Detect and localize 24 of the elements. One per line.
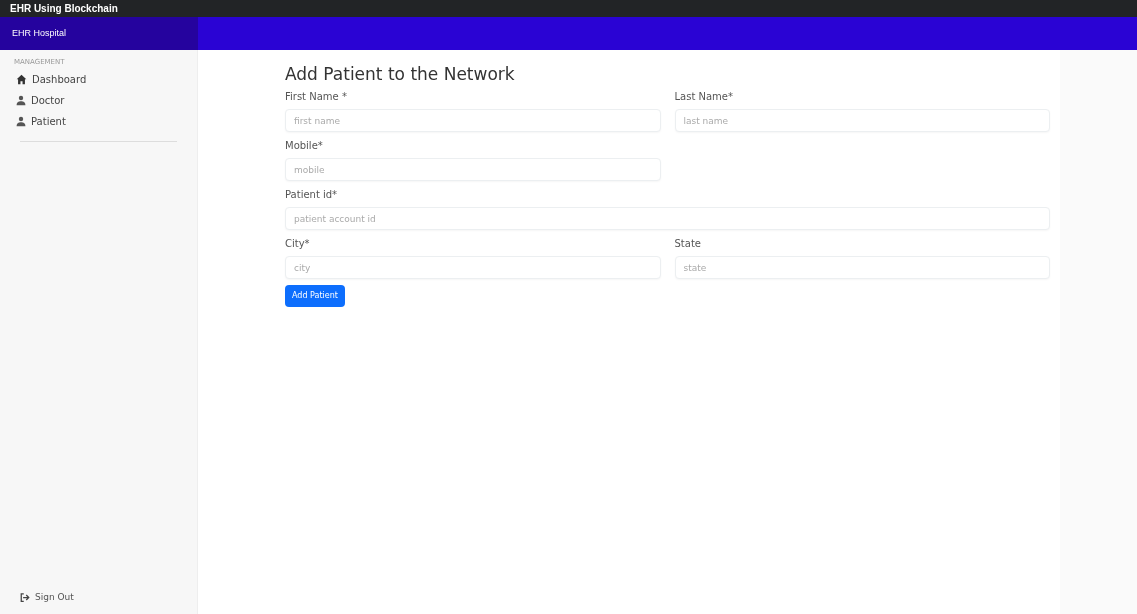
field-label: State — [674, 237, 702, 250]
sidebar-item[interactable]: Patient — [16, 114, 183, 129]
field-label: First Name * — [285, 90, 348, 103]
field-label: Patient id* — [285, 188, 339, 201]
user-icon — [16, 95, 26, 106]
form-title: Add Patient to the Network — [285, 63, 516, 86]
field-label: Last Name* — [674, 90, 734, 103]
input-field[interactable]: state — [674, 256, 1050, 279]
sidebar-item[interactable]: Dashboard — [16, 72, 183, 87]
sign-out-icon — [20, 592, 30, 602]
sign-out-link[interactable]: Sign Out — [14, 590, 183, 604]
input-field[interactable]: mobile — [285, 158, 661, 181]
add-patient-button[interactable]: Add Patient — [285, 285, 345, 307]
app-title: EHR Using Blockchain — [10, 2, 118, 16]
input-field[interactable]: patient account id — [285, 207, 1050, 230]
input-field[interactable]: first name — [285, 109, 661, 132]
sidebar-item[interactable]: Doctor — [16, 93, 183, 108]
user-icon — [16, 116, 26, 127]
input-field[interactable]: city — [285, 256, 661, 279]
field-label: Mobile* — [285, 139, 324, 152]
field-label: City* — [285, 237, 311, 250]
hospital-name: EHR Hospital — [12, 26, 67, 40]
home-icon — [16, 74, 27, 85]
input-field[interactable]: last name — [674, 109, 1050, 132]
